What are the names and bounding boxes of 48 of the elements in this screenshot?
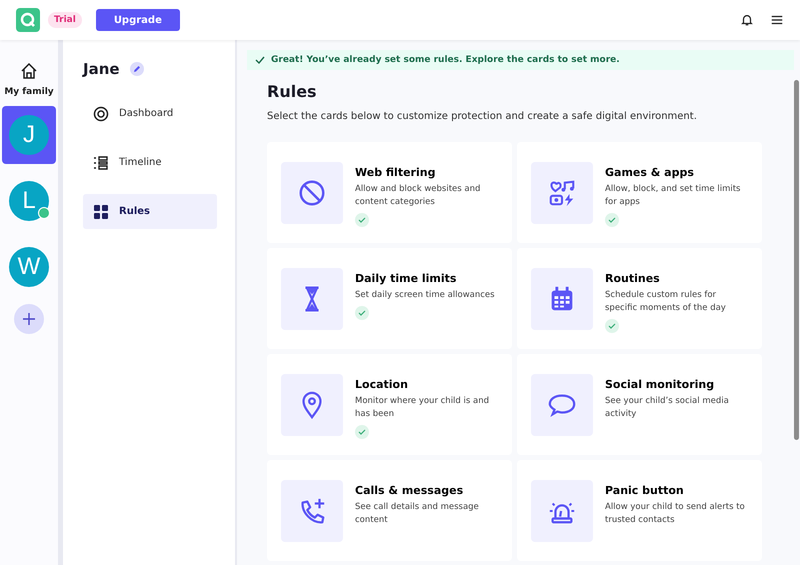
edit-pencil-icon[interactable] [130, 62, 144, 76]
add-profile-button[interactable] [14, 304, 44, 334]
card-title: Web filtering [355, 166, 436, 179]
menu-icon[interactable] [770, 13, 784, 27]
page-subtitle: Select the cards below to customize protection and create a safe digital environment. [267, 111, 698, 122]
rule-card[interactable]: Daily time limits Set daily screen time allowances [267, 248, 512, 349]
card-title: Routines [605, 272, 660, 285]
card-description: Allow your child to send alerts to trusted contacts [605, 501, 746, 526]
page-title: Rules [267, 82, 318, 101]
card-description: Set daily screen time allowances [355, 289, 495, 302]
rule-card[interactable]: Location Monitor where your child is and has been [267, 354, 512, 455]
card-title: Daily time limits [355, 272, 456, 285]
rule-card[interactable]: Panic button Allow your child to send alerts to trusted contacts [517, 460, 762, 561]
rule-card[interactable]: Web filtering Allow and block websites and content categories [267, 142, 512, 243]
timeline-icon [93, 154, 109, 170]
card-description: Allow and block websites and content categories [355, 183, 482, 208]
card-title: Calls & messages [355, 484, 464, 497]
card-description: Schedule custom rules for specific moments of the day [605, 289, 727, 314]
plus-icon [22, 312, 36, 326]
card-description: Allow, block, and set time limits for apps [605, 183, 742, 208]
rule-card[interactable]: Routines Schedule custom rules for specific moments of the day [517, 248, 762, 349]
card-description: See your child’s social media activity [605, 395, 730, 420]
scrollbar[interactable] [794, 80, 799, 440]
prohibited-icon [297, 178, 327, 208]
rule-card[interactable]: Games & apps Allow, block, and set time limits for apps [517, 142, 762, 243]
target-icon [93, 106, 109, 122]
card-description: Monitor where your child is and has been [355, 395, 490, 420]
nav-item[interactable]: Timeline [83, 145, 217, 180]
card-title: Social monitoring [605, 378, 714, 391]
app-logo-icon [16, 8, 40, 32]
child-name: Jane [83, 60, 120, 78]
notification-bell-icon[interactable] [740, 13, 754, 27]
rule-card[interactable]: Social monitoring See your child’s social media activity [517, 354, 762, 455]
plan-badge: Trial [48, 12, 82, 28]
rule-card[interactable]: Calls & messages See call details and message content [267, 460, 512, 561]
games-apps-icon [547, 178, 577, 208]
card-description: See call details and message content [355, 501, 480, 526]
home-icon [20, 62, 38, 80]
my-family-button[interactable]: My family [4, 62, 54, 98]
card-title: Panic button [605, 484, 684, 497]
check-icon [255, 55, 265, 65]
nav-item[interactable]: Rules [83, 194, 217, 229]
card-title: Games & apps [605, 166, 694, 179]
grid-icon [93, 204, 109, 220]
nav-item[interactable]: Dashboard [83, 96, 217, 131]
banner-message: Great! You’ve already set some rules. Explore the cards to set more. [271, 55, 620, 65]
upgrade-button[interactable]: Upgrade [96, 9, 180, 31]
card-title: Location [355, 378, 408, 391]
